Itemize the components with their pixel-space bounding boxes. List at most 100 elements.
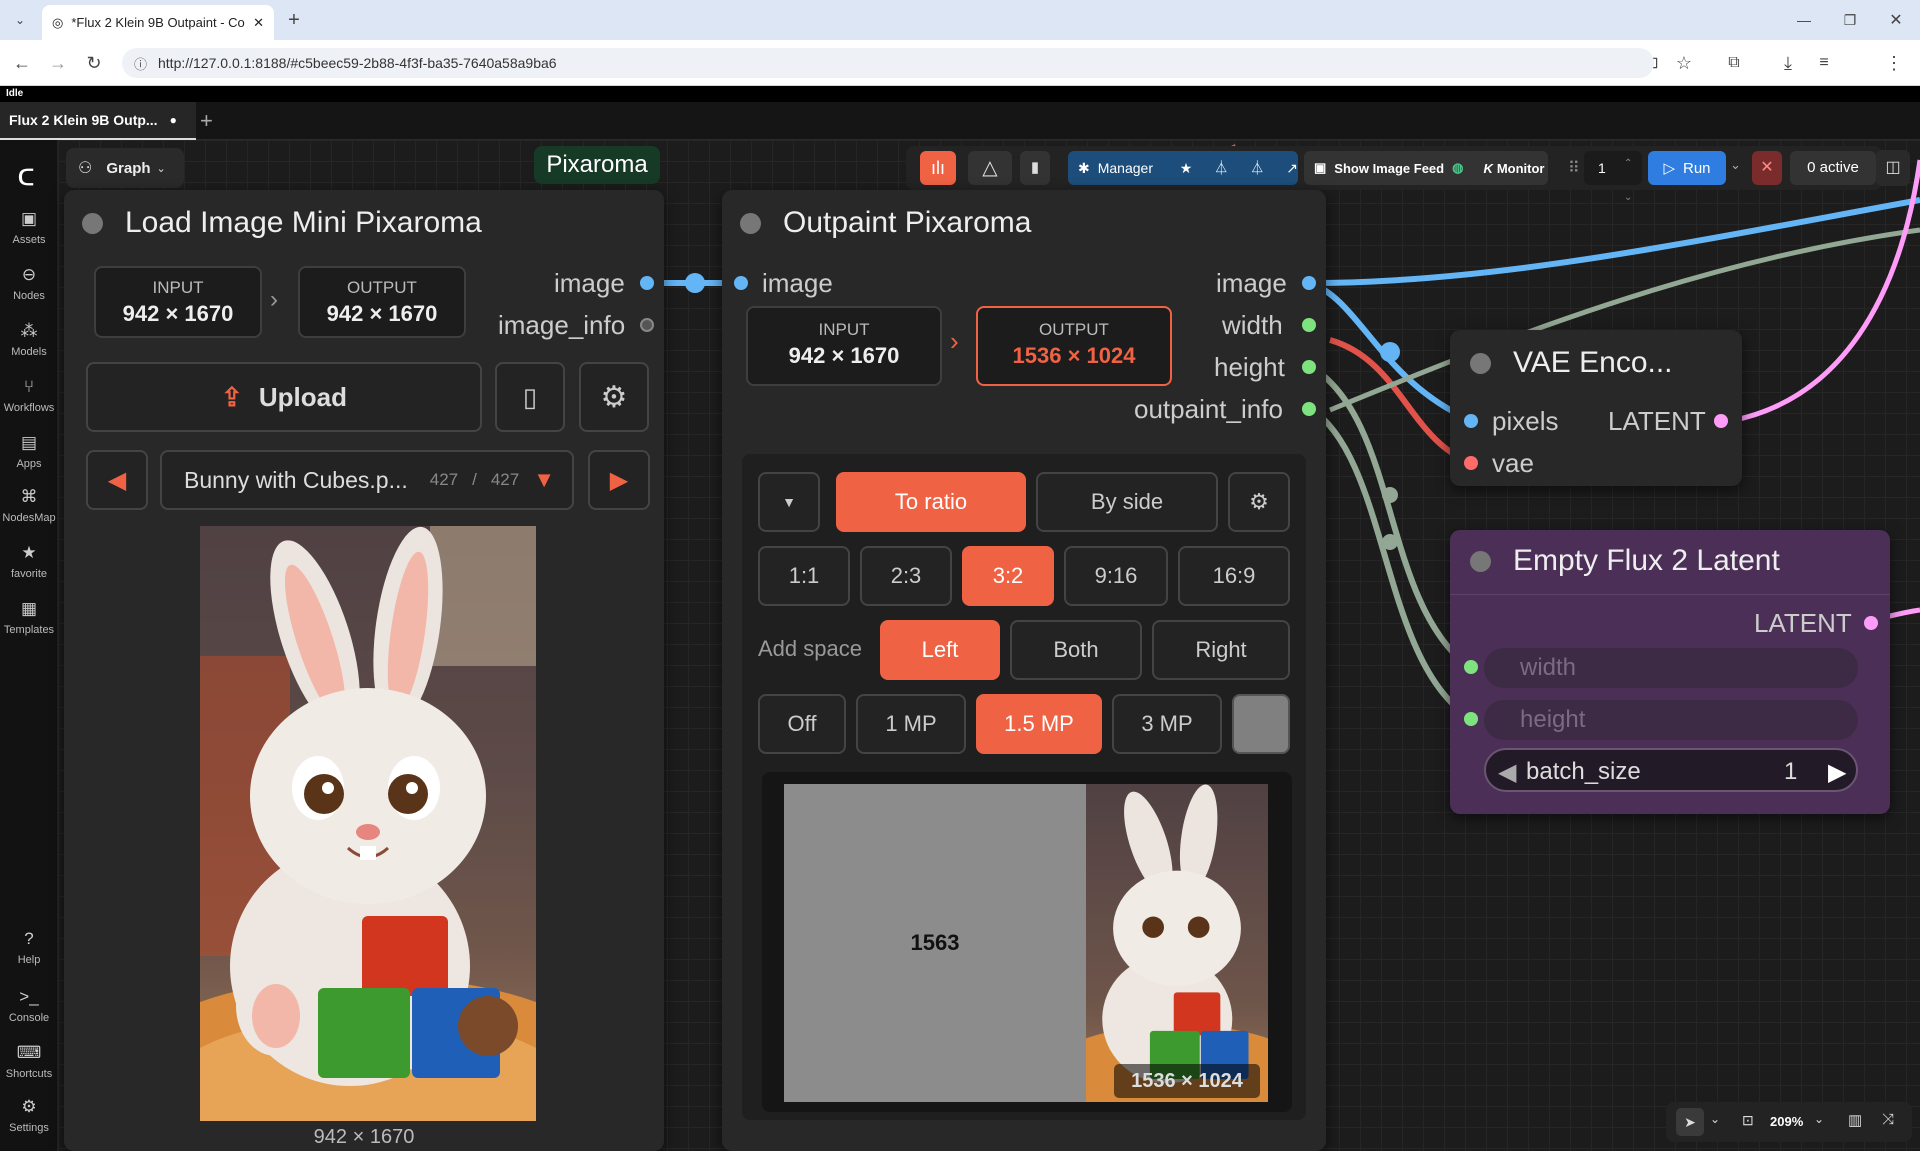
select-pointer-icon[interactable]: ➤ [1676, 1108, 1704, 1136]
output-image-port[interactable] [1302, 276, 1316, 290]
output-image-info-port[interactable] [640, 318, 654, 332]
link-reroute-dot-3 [1382, 487, 1398, 503]
output-latent-port[interactable] [1714, 414, 1728, 428]
monitor-button[interactable]: Monitor [1497, 161, 1545, 176]
cancel-queue-icon[interactable]: ✕ [1752, 151, 1782, 185]
ratio-16-9-button[interactable]: 16:9 [1178, 546, 1290, 606]
previous-image-icon[interactable]: ◀ [86, 450, 148, 510]
comfy-logo-icon[interactable]: ᑕ [18, 165, 34, 191]
sidebar-item-nodesmap[interactable]: ⌘ NodesMap [0, 488, 58, 525]
mp-1-button[interactable]: 1 MP [856, 694, 966, 754]
collapse-dot-icon[interactable] [1470, 550, 1491, 572]
fit-view-icon[interactable]: ⊡ [1742, 1112, 1754, 1129]
input-width-port[interactable] [1464, 660, 1478, 674]
sidebar-item-nodes[interactable]: ⊖ Nodes [0, 266, 58, 303]
batch-count-input[interactable]: 1 ⌃ ⌄ [1584, 151, 1642, 203]
zoom-level[interactable]: 209% [1770, 1114, 1803, 1129]
next-image-icon[interactable]: ▶ [588, 450, 650, 510]
ratio-9-16-button[interactable]: 9:16 [1064, 546, 1168, 606]
sidebar-item-apps[interactable]: ▤ Apps [0, 434, 58, 471]
node-empty-latent[interactable]: Empty Flux 2 Latent LATENT width height … [1450, 530, 1890, 814]
sidebar-item-shortcuts[interactable]: ⌨ Shortcuts [0, 1044, 58, 1081]
stepper-icon[interactable]: ⌃ ⌄ [1624, 147, 1632, 215]
output-width-port[interactable] [1302, 318, 1316, 332]
pointer-chevron-icon[interactable]: ⌄ [1710, 1112, 1720, 1126]
side-both-button[interactable]: Both [1010, 620, 1142, 680]
input-pixels-port[interactable] [1464, 414, 1478, 428]
pad-color-swatch[interactable] [1232, 694, 1290, 754]
triangle-logo-icon[interactable]: △ [968, 151, 1012, 185]
sidebar-item-favorite[interactable]: ★ favorite [0, 544, 58, 581]
star-button-icon[interactable]: ★ [1180, 160, 1193, 177]
output-latent-port[interactable] [1864, 616, 1878, 630]
decrement-arrow-icon[interactable]: ◀ [1498, 758, 1516, 787]
node-load-image[interactable]: Load Image Mini Pixaroma INPUT 942 × 167… [64, 190, 664, 1151]
height-field[interactable]: height [1484, 700, 1858, 740]
play-icon: ▷ [1663, 160, 1675, 177]
sidebar: ᑕ ▣ Assets ⊖ Nodes ⁂ Models ⑂ Workflows ▤ App… [0, 140, 58, 1151]
node-outpaint[interactable]: Outpaint Pixaroma image image width heig… [722, 190, 1326, 1151]
collapse-dot-icon[interactable] [1470, 352, 1491, 374]
sidebar-item-settings[interactable]: ⚙ Settings [0, 1098, 58, 1135]
ratio-1-1-button[interactable]: 1:1 [758, 546, 850, 606]
collapse-chevron-icon[interactable]: ▼ [758, 472, 820, 532]
link-reroute-dot [685, 273, 705, 293]
side-left-button[interactable]: Left [880, 620, 1000, 680]
output-size-box: OUTPUT 942 × 1670 [298, 266, 466, 338]
collapse-dot-icon[interactable] [740, 212, 761, 234]
chevron-right-icon: › [270, 286, 278, 313]
manager-button[interactable]: Manager [1098, 160, 1162, 176]
mp-3-button[interactable]: 3 MP [1112, 694, 1222, 754]
sidebar-item-workflows[interactable]: ⑂ Workflows [0, 378, 58, 415]
node-title: Outpaint Pixaroma [740, 206, 1031, 240]
file-selector[interactable]: Bunny with Cubes.p... 427 / 427 ▼ [160, 450, 574, 510]
graph-breadcrumb[interactable]: ⚇ Graph ⌄ [66, 148, 184, 188]
hide-links-icon[interactable]: ⤨ [1882, 1111, 1894, 1128]
increment-arrow-icon[interactable]: ▶ [1828, 758, 1846, 787]
mp-1-5-button[interactable]: 1.5 MP [976, 694, 1102, 754]
share-icon[interactable]: ↗ [1286, 160, 1298, 177]
settings-gear-icon[interactable]: ⚙ [579, 362, 649, 432]
minimap-icon[interactable]: ▥ [1848, 1111, 1862, 1129]
mode-by-side-button[interactable]: By side [1036, 472, 1218, 532]
sidebar-item-console[interactable]: >_ Console [0, 988, 58, 1025]
output-outpaint-info-port[interactable] [1302, 402, 1316, 416]
batch-size-value: 1 [1784, 758, 1798, 785]
run-button[interactable]: ▷ Run [1648, 151, 1726, 185]
sidebar-item-help[interactable]: ? Help [0, 930, 58, 967]
width-field[interactable]: width [1484, 648, 1858, 688]
pixaroma-audio-icon[interactable]: ılı [920, 151, 956, 185]
ratio-2-3-button[interactable]: 2:3 [860, 546, 952, 606]
queue-active-badge[interactable]: 0 active [1790, 151, 1876, 185]
model-icon[interactable]: ⏃ [1214, 158, 1228, 178]
run-options-chevron-icon[interactable]: ⌄ [1730, 157, 1741, 173]
ratio-3-2-button[interactable]: 3:2 [962, 546, 1054, 606]
options-gear-icon[interactable]: ⚙ [1228, 472, 1290, 532]
pixaroma-group-label[interactable]: Pixaroma [534, 146, 660, 184]
node-vae-encode[interactable]: VAE Enco... pixels vae LATENT [1450, 330, 1742, 486]
input-image-port[interactable] [734, 276, 748, 290]
output-size-box: OUTPUT 1536 × 1024 [976, 306, 1172, 386]
output-image-label: image [554, 268, 625, 298]
sidebar-item-models[interactable]: ⁂ Models [0, 322, 58, 359]
collapse-dot-icon[interactable] [82, 212, 103, 234]
sidebar-item-assets[interactable]: ▣ Assets [0, 210, 58, 247]
batch-size-widget[interactable]: ◀ batch_size 1 ▶ [1484, 748, 1858, 792]
output-height-port[interactable] [1302, 360, 1316, 374]
drag-handle-icon[interactable]: ⠿ [1568, 158, 1580, 178]
input-vae-port[interactable] [1464, 456, 1478, 470]
model-update-icon[interactable]: ⏃ [1250, 158, 1264, 178]
toggle-panel-icon[interactable]: ◫ [1876, 150, 1910, 186]
bookmark-icon[interactable]: ▮ [1020, 151, 1050, 185]
output-image-info-label: image_info [498, 310, 626, 340]
zoom-chevron-icon[interactable]: ⌄ [1814, 1112, 1824, 1126]
input-height-port[interactable] [1464, 712, 1478, 726]
show-image-feed-button[interactable]: Show Image Feed [1334, 161, 1444, 176]
mp-off-button[interactable]: Off [758, 694, 846, 754]
mode-to-ratio-button[interactable]: To ratio [836, 472, 1026, 532]
sidebar-item-templates[interactable]: ▦ Templates [0, 600, 58, 637]
upload-button[interactable]: ⇪ Upload [86, 362, 482, 432]
side-right-button[interactable]: Right [1152, 620, 1290, 680]
clipboard-icon[interactable]: ▯ [495, 362, 565, 432]
output-image-port[interactable] [640, 276, 654, 290]
